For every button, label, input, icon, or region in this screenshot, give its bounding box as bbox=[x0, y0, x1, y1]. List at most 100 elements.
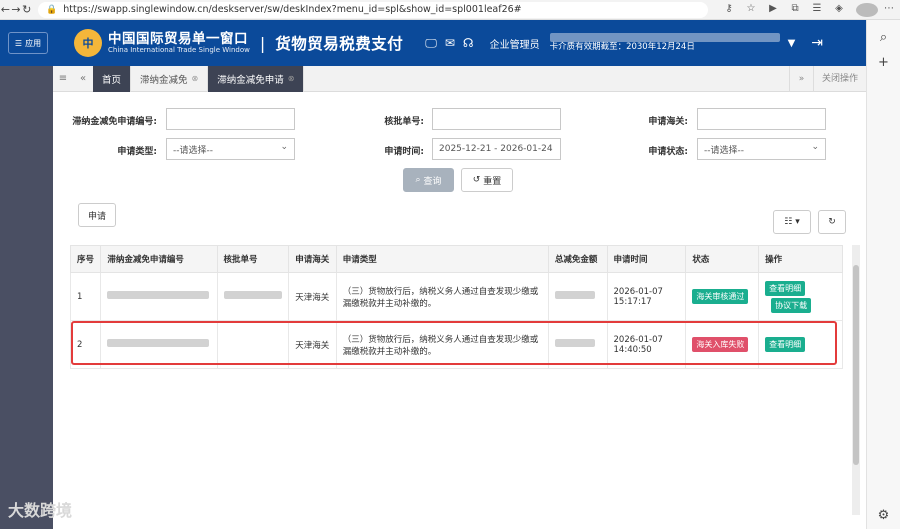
logo-text: 中 bbox=[82, 37, 94, 50]
col-type: 申请类型 bbox=[335, 245, 549, 273]
play-icon[interactable]: ▶ bbox=[762, 3, 784, 17]
blurred-company-name bbox=[549, 32, 780, 42]
back-icon[interactable]: ← bbox=[0, 3, 11, 16]
close-operations-button[interactable]: 关闭操作 bbox=[812, 65, 866, 92]
col-index: 序号 bbox=[69, 245, 102, 273]
apply-label: 申请 bbox=[87, 211, 106, 222]
row-status: 海关审核通过 bbox=[685, 272, 760, 321]
row-time: 2026-01-07 14:40:50 bbox=[606, 320, 687, 369]
reset-button[interactable]: ↺ 重置 bbox=[461, 168, 513, 192]
blurred-value bbox=[107, 291, 210, 299]
left-rail bbox=[0, 66, 53, 529]
search-icon[interactable]: ⌕ bbox=[867, 30, 900, 45]
brand-cn: 中国国际贸易单一窗口 bbox=[108, 30, 248, 47]
view-details-button[interactable]: 查看明细 bbox=[765, 337, 806, 352]
tabs-prev-icon[interactable]: « bbox=[73, 73, 93, 84]
refresh-button[interactable]: ↻ bbox=[818, 210, 846, 234]
tab-label: 首页 bbox=[102, 74, 122, 86]
app-no-input[interactable] bbox=[166, 108, 295, 130]
status-badge: 海关入库失败 bbox=[692, 337, 749, 352]
row-clock: 14:40:50 bbox=[613, 344, 652, 355]
row-app-no bbox=[100, 272, 218, 321]
logout-icon[interactable]: ⇥ bbox=[811, 35, 823, 51]
row-index: 2 bbox=[69, 320, 102, 369]
customs-input[interactable] bbox=[697, 108, 826, 130]
query-label: 查询 bbox=[423, 176, 442, 187]
address-bar[interactable]: 🔒 https://swapp.singlewindow.cn/deskserv… bbox=[38, 1, 709, 18]
search-icon: ⌕ bbox=[415, 175, 421, 185]
caret-down-icon[interactable]: ▼ bbox=[788, 38, 796, 49]
tabs-next-icon[interactable]: » bbox=[788, 65, 813, 92]
url-text: https://swapp.singlewindow.cn/deskserver… bbox=[63, 4, 522, 15]
menu-toggle-icon[interactable]: ≡ bbox=[53, 73, 73, 84]
row-app-no bbox=[100, 320, 218, 369]
col-time: 申请时间 bbox=[606, 245, 687, 273]
view-details-button[interactable]: 查看明细 bbox=[765, 280, 806, 296]
tab-label: 滞纳金减免申请 bbox=[217, 74, 284, 86]
tab-late-fee-waiver-apply[interactable]: 滞纳金减免申请 ⊗ bbox=[208, 65, 305, 92]
headset-icon[interactable]: ☊ bbox=[463, 36, 474, 51]
star-icon[interactable]: ☆ bbox=[740, 3, 762, 17]
col-app-no: 滞纳金减免申请编号 bbox=[100, 245, 218, 273]
app-no-label: 滞纳金减免申请编号: bbox=[72, 117, 157, 127]
settings-icon[interactable]: ⚙ bbox=[867, 508, 900, 523]
reload-icon[interactable]: ↻ bbox=[21, 3, 32, 16]
row-index: 1 bbox=[69, 272, 102, 321]
hamburger-icon: ☰ bbox=[14, 38, 23, 48]
table-scrollbar[interactable] bbox=[852, 245, 860, 515]
tab-close-icon[interactable]: ⊗ bbox=[192, 74, 199, 83]
browser-toolbar: ← → ↻ 🔒 https://swapp.singlewindow.cn/de… bbox=[0, 0, 900, 20]
favorites-icon[interactable]: ☰ bbox=[806, 3, 828, 17]
apply-button[interactable]: 申请 bbox=[78, 203, 116, 227]
blurred-value bbox=[554, 291, 595, 299]
blurred-value bbox=[223, 291, 282, 299]
forward-icon[interactable]: → bbox=[11, 3, 22, 16]
browser-sidebar: ⌕ + ⚙ bbox=[866, 20, 900, 529]
user-info[interactable]: 卡介质有效期截至：2030年12月24日 bbox=[549, 32, 780, 53]
table-row: 2 天津海关 （三）货物放行后，纳税义务人通过自查发现少缴或漏缴税款并主动补缴的… bbox=[69, 320, 843, 369]
key-icon[interactable]: ⚷ bbox=[718, 3, 740, 17]
profile-avatar[interactable] bbox=[856, 2, 879, 17]
row-customs: 天津海关 bbox=[288, 320, 337, 369]
copilot-icon[interactable]: ◈ bbox=[828, 3, 850, 17]
row-date: 2026-01-07 bbox=[613, 334, 663, 345]
site-logo: 中 bbox=[74, 29, 102, 57]
more-icon[interactable]: ⋯ bbox=[878, 3, 900, 17]
apps-menu-button[interactable]: ☰ 应用 bbox=[8, 32, 48, 54]
approval-no-label: 核批单号: bbox=[384, 117, 424, 127]
tab-late-fee-waiver[interactable]: 滞纳金减免 ⊗ bbox=[131, 65, 209, 92]
main-content: 滞纳金减免申请编号: 核批单号: 申请海关: 申请类型: --请选择-- 申请时… bbox=[53, 92, 866, 529]
tab-close-icon[interactable]: ⊗ bbox=[288, 74, 295, 83]
list-icon: ☷ bbox=[784, 217, 793, 227]
scrollbar-thumb[interactable] bbox=[853, 265, 859, 465]
tab-home[interactable]: 首页 bbox=[93, 65, 132, 92]
date-range-input[interactable]: 2025-12-21 - 2026-01-24 bbox=[432, 138, 561, 160]
download-agreement-button[interactable]: 协议下载 bbox=[771, 297, 812, 313]
lock-icon: 🔒 bbox=[46, 4, 58, 15]
columns-toggle-button[interactable]: ☷ ▾ bbox=[773, 210, 811, 234]
approval-no-input[interactable] bbox=[432, 108, 561, 130]
table-row: 1 天津海关 （三）货物放行后，纳税义务人通过自查发现少缴或漏缴税款并主动补缴的… bbox=[69, 272, 843, 321]
system-title: 货物贸易税费支付 bbox=[275, 35, 404, 53]
reset-label: 重置 bbox=[483, 176, 502, 187]
status-select-value: --请选择-- bbox=[704, 145, 744, 156]
monitor-icon[interactable]: 🖵 bbox=[425, 36, 437, 51]
status-select[interactable]: --请选择-- bbox=[697, 138, 826, 160]
status-badge: 海关审核通过 bbox=[692, 289, 749, 304]
date-range-value: 2025-12-21 - 2026-01-24 bbox=[439, 144, 553, 154]
apps-menu-label: 应用 bbox=[25, 38, 42, 48]
app-header: ☰ 应用 中 中国国际贸易单一窗口 China International Tr… bbox=[0, 20, 866, 66]
query-button[interactable]: ⌕ 查询 bbox=[403, 168, 454, 192]
col-approval-no: 核批单号 bbox=[216, 245, 290, 273]
blurred-value bbox=[107, 339, 210, 347]
mail-icon[interactable]: ✉ bbox=[445, 36, 455, 51]
type-select[interactable]: --请选择-- bbox=[166, 138, 295, 160]
row-amount bbox=[547, 320, 608, 369]
tab-label: 滞纳金减免 bbox=[140, 74, 188, 86]
add-icon[interactable]: + bbox=[867, 55, 900, 70]
blurred-value bbox=[554, 339, 595, 347]
time-label: 申请时间: bbox=[384, 147, 424, 157]
card-expiry: 卡介质有效期截至：2030年12月24日 bbox=[549, 41, 695, 52]
row-time: 2026-01-07 15:17:17 bbox=[606, 272, 687, 321]
extensions-icon[interactable]: ⧉ bbox=[784, 3, 806, 17]
